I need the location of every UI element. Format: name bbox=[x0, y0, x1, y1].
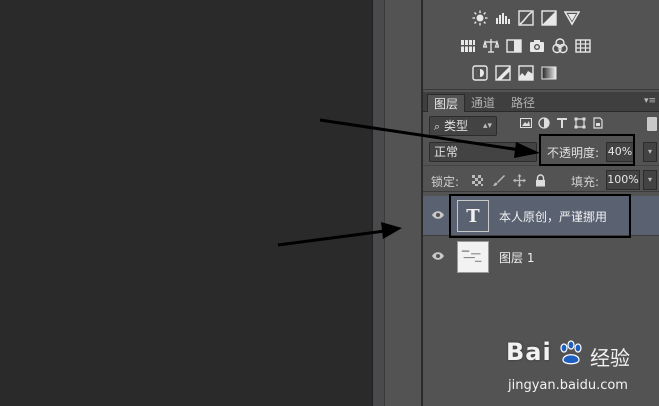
watermark-url: jingyan.baidu.com bbox=[508, 378, 628, 393]
baidu-paw-icon bbox=[560, 340, 582, 365]
arrow-to-text-layer bbox=[277, 222, 402, 247]
baidu-jingyan-watermark: Bai 经验 jingyan.baidu.com bbox=[506, 338, 656, 402]
jingyan-logo-text: 经验 bbox=[590, 346, 630, 370]
baidu-logo-text: Bai bbox=[506, 338, 552, 366]
arrow-to-opacity bbox=[319, 118, 540, 158]
